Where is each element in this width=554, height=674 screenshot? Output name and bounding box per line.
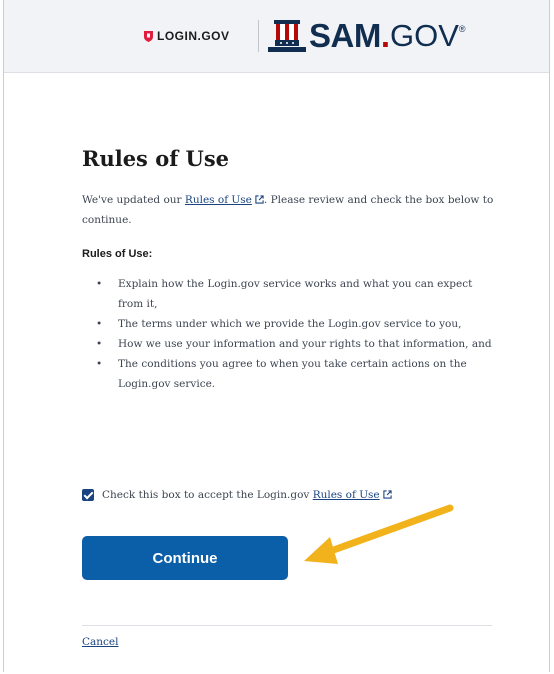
intro-text-before: We've updated our (82, 194, 185, 206)
login-page-frame: LOGIN.GOV SAM . GOV ® Rules of Use We've… (3, 0, 550, 672)
rules-of-use-link[interactable]: Rules of Use (185, 194, 264, 206)
rules-list-item: Explain how the Login.gov service works … (96, 274, 496, 314)
logo-divider (258, 20, 259, 52)
page-header: LOGIN.GOV SAM . GOV ® (4, 0, 549, 73)
rules-heading: Rules of Use: (82, 248, 153, 260)
accept-rules-checkbox[interactable] (82, 489, 94, 501)
sam-logo-text: SAM (309, 17, 381, 54)
page-title: Rules of Use (82, 146, 230, 171)
external-link-icon (255, 195, 264, 204)
accept-rules-label: Check this box to accept the Login.gov (102, 489, 310, 501)
rules-list: Explain how the Login.gov service works … (96, 274, 496, 394)
sam-gov-logo: SAM . GOV ® (268, 17, 466, 54)
cancel-link[interactable]: Cancel (82, 636, 119, 648)
rules-list-item: The terms under which we provide the Log… (96, 314, 496, 334)
continue-button[interactable]: Continue (82, 536, 288, 580)
login-shield-icon (144, 30, 153, 42)
login-gov-logo-text: LOGIN.GOV (157, 29, 230, 43)
rules-list-item: The conditions you agree to when you tak… (96, 354, 496, 394)
intro-text: We've updated our Rules of Use. Please r… (82, 190, 497, 230)
sam-logo-suffix: GOV (390, 18, 459, 53)
login-gov-logo: LOGIN.GOV (144, 28, 230, 44)
rules-list-item: How we use your information and your rig… (96, 334, 496, 354)
sam-logo-trademark: ® (458, 24, 466, 34)
sam-logo-dot: . (380, 17, 391, 54)
arrow-pointer-icon (304, 504, 454, 564)
rules-of-use-link-label: Rules of Use (184, 194, 252, 206)
cancel-divider (82, 625, 492, 626)
uncle-sam-hat-icon (268, 20, 306, 52)
